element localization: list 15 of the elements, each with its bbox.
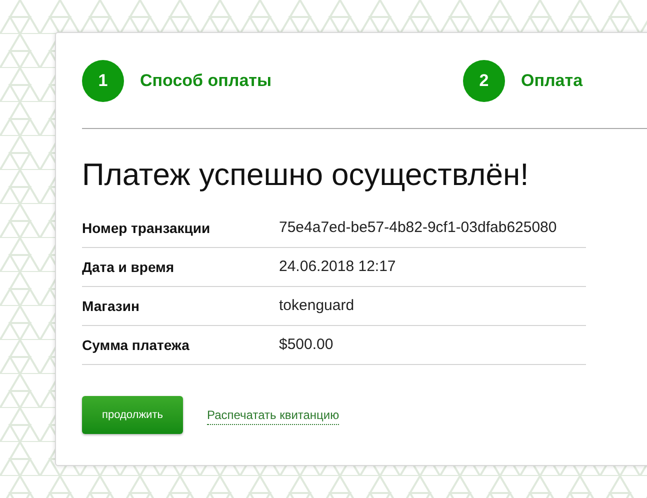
success-heading: Платеж успешно осуществлён!	[82, 156, 530, 194]
step-number: 2	[463, 60, 505, 102]
detail-label: Дата и время	[82, 258, 176, 277]
step-label: Оплата	[521, 70, 583, 92]
continue-button[interactable]: продолжить	[82, 396, 183, 434]
detail-value: $500.00	[279, 334, 334, 355]
step-number: 1	[82, 60, 124, 102]
detail-value: 75e4a7ed-be57-4b82-9cf1-03dfab625080	[279, 218, 557, 238]
detail-value: tokenguard	[279, 296, 354, 316]
detail-label: Номер транзакции	[82, 218, 212, 238]
detail-label: Сумма платежа	[82, 336, 190, 355]
print-receipt-link[interactable]: Распечатать квитанцию	[207, 406, 340, 424]
step-label: Способ оплаты	[140, 70, 272, 92]
detail-value: 24.06.2018 12:17	[279, 256, 396, 277]
detail-label: Магазин	[82, 296, 140, 316]
